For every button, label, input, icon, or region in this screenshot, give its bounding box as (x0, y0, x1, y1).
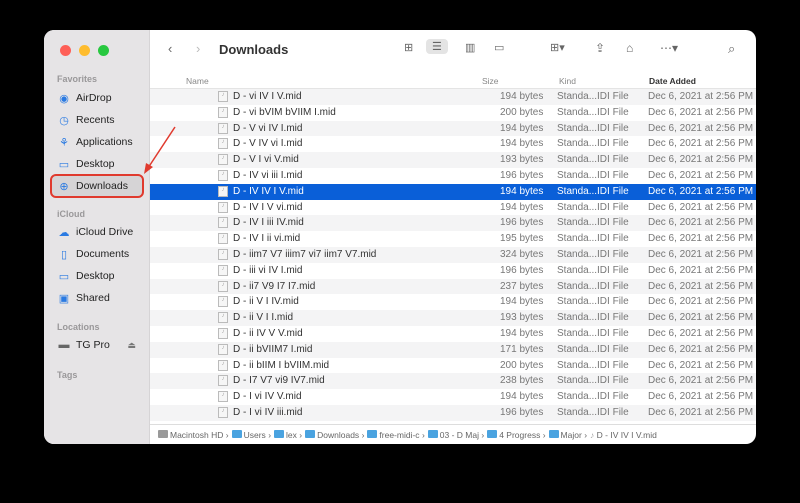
annotation-arrow (144, 126, 176, 174)
